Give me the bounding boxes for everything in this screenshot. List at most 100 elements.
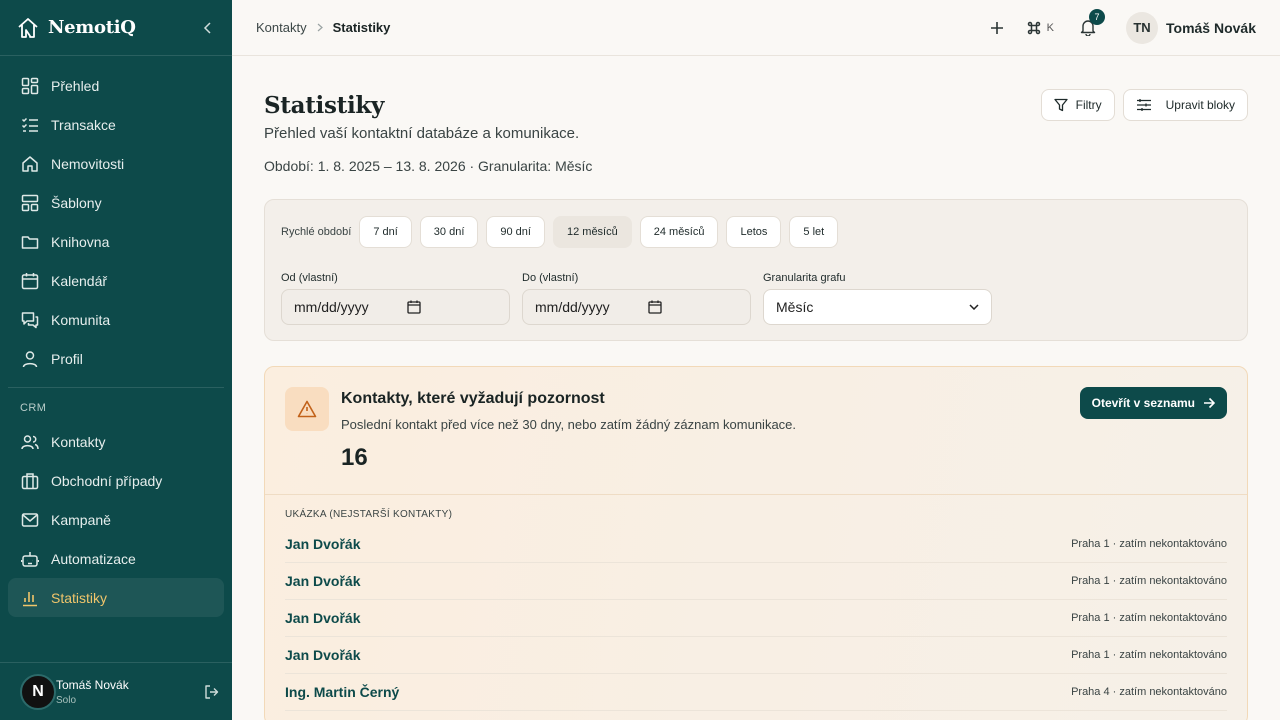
house-logo-icon <box>16 16 40 40</box>
quick-period-label: Rychlé období <box>281 226 352 238</box>
plus-icon <box>990 21 1004 35</box>
edit-blocks-button[interactable]: Upravit bloky <box>1122 89 1248 121</box>
sidebar-item-kalendar[interactable]: Kalendář <box>8 261 224 300</box>
funnel-icon <box>1053 98 1068 112</box>
from-label: Od (vlastní) <box>281 272 338 284</box>
list-header: UKÁZKA (NEJSTARŠÍ KONTAKTY) <box>285 509 453 520</box>
sidebar-item-kampane[interactable]: Kampaně <box>8 500 224 539</box>
to-date-input[interactable]: mm/dd/yyyy <box>522 289 751 325</box>
top-actions: K 7 TN Tomáš Novák <box>968 9 1256 44</box>
filters-button-label: Filtry <box>1075 98 1102 112</box>
breadcrumb-kontakty[interactable]: Kontakty <box>256 20 307 35</box>
home-icon <box>20 154 40 174</box>
chat-icon <box>20 310 40 330</box>
sidebar-item-label: Šablony <box>51 194 102 211</box>
chip-12-mesicu[interactable]: 12 měsíců <box>552 216 632 248</box>
brand: NemotiQ <box>0 0 232 56</box>
sidebar-item-label: Automatizace <box>51 550 136 567</box>
sidebar-item-kontakty[interactable]: Kontakty <box>8 422 224 461</box>
add-button[interactable] <box>990 21 1004 35</box>
chevron-right-icon <box>317 21 323 35</box>
nav-section-crm: CRM <box>20 402 47 414</box>
to-date-placeholder: mm/dd/yyyy <box>535 299 610 315</box>
granularity-select[interactable]: Měsíc <box>763 289 992 325</box>
list-item[interactable]: Jan Dvořák Praha 1 · zatím nekontaktován… <box>285 600 1227 637</box>
sliders-icon <box>1136 98 1152 112</box>
sidebar: NemotiQ Přehled Transakce Nemovitosti Ša… <box>0 0 232 720</box>
notification-count-badge: 7 <box>1089 9 1105 25</box>
list-item[interactable]: Jan Dvořák Praha 1 · zatím nekontaktován… <box>285 637 1227 674</box>
users-icon <box>20 432 40 452</box>
sidebar-item-label: Přehled <box>51 77 100 94</box>
attention-header: Kontakty, které vyžadují pozornost Posle… <box>265 367 1247 495</box>
chip-7-dni[interactable]: 7 dní <box>359 216 412 248</box>
chip-30-dni[interactable]: 30 dní <box>419 216 479 248</box>
sidebar-item-prehled[interactable]: Přehled <box>8 66 224 105</box>
layout-icon <box>20 193 40 213</box>
breadcrumb-current: Statistiky <box>332 20 391 35</box>
list-item[interactable]: Jan Dvořák Praha 1 · zatím nekontaktován… <box>285 563 1227 600</box>
contact-meta: Praha 1 · zatím nekontaktováno <box>1071 612 1227 624</box>
chip-24-mesicu[interactable]: 24 měsíců <box>639 216 719 248</box>
nav-divider <box>8 387 224 388</box>
sidebar-item-label: Obchodní případy <box>51 472 163 489</box>
collapse-sidebar-icon[interactable] <box>200 20 216 36</box>
grid-icon <box>20 76 40 96</box>
footer-user-plan: Solo <box>56 694 77 706</box>
sidebar-item-label: Profil <box>51 350 83 367</box>
sidebar-item-sablony[interactable]: Šablony <box>8 183 224 222</box>
sidebar-item-obchodni-pripady[interactable]: Obchodní případy <box>8 461 224 500</box>
sidebar-item-profil[interactable]: Profil <box>8 339 224 378</box>
topbar: Kontakty Statistiky K 7 TN Tomáš Novák <box>232 0 1280 56</box>
command-palette-button[interactable]: K <box>1026 20 1054 36</box>
user-menu[interactable]: TN Tomáš Novák <box>1126 11 1256 44</box>
granularity-value: Měsíc <box>776 299 814 315</box>
from-date-input[interactable]: mm/dd/yyyy <box>281 289 510 325</box>
avatar[interactable]: N <box>20 673 56 710</box>
warning-icon <box>285 387 329 431</box>
notifications-button[interactable]: 7 <box>1080 9 1105 36</box>
sidebar-item-label: Transakce <box>51 116 116 133</box>
period-filters-panel: Rychlé období 7 dní 30 dní 90 dní 12 měs… <box>264 199 1248 341</box>
folder-icon <box>20 232 40 252</box>
contact-name[interactable]: Jan Dvořák <box>285 536 360 552</box>
contact-name[interactable]: Ing. Martin Černý <box>285 684 399 700</box>
filters-button[interactable]: Filtry <box>1040 89 1115 121</box>
sidebar-item-nemovitosti[interactable]: Nemovitosti <box>8 144 224 183</box>
chip-5-let[interactable]: 5 let <box>789 216 839 248</box>
contact-name[interactable]: Jan Dvořák <box>285 647 360 663</box>
sidebar-item-automatizace[interactable]: Automatizace <box>8 539 224 578</box>
chip-letos[interactable]: Letos <box>726 216 782 248</box>
attention-contacts-card: Kontakty, které vyžadují pozornost Posle… <box>264 366 1248 720</box>
breadcrumb: Kontakty Statistiky <box>256 20 390 35</box>
mail-icon <box>20 510 40 530</box>
logout-icon[interactable] <box>204 684 220 700</box>
contact-meta: Praha 1 · zatím nekontaktováno <box>1071 649 1227 661</box>
from-date-placeholder: mm/dd/yyyy <box>294 299 369 315</box>
brand-name: NemotiQ <box>48 17 136 38</box>
open-in-list-label: Otevřít v seznamu <box>1091 396 1195 410</box>
custom-range-fields: Od (vlastní) mm/dd/yyyy Do (vlastní) mm/… <box>281 272 1231 325</box>
sidebar-item-statistiky[interactable]: Statistiky <box>8 578 224 617</box>
list-item[interactable]: Jan Dvořák Praha 1 · zatím nekontaktován… <box>285 526 1227 563</box>
contact-meta: Praha 1 · zatím nekontaktováno <box>1071 575 1227 587</box>
contact-meta: Praha 1 · zatím nekontaktováno <box>1071 538 1227 550</box>
robot-icon <box>20 549 40 569</box>
chip-90-dni[interactable]: 90 dní <box>486 216 545 248</box>
user-icon <box>20 349 40 369</box>
sidebar-item-label: Kontakty <box>51 433 106 450</box>
calendar-icon[interactable] <box>648 300 662 314</box>
sidebar-item-komunita[interactable]: Komunita <box>8 300 224 339</box>
main-nav: Přehled Transakce Nemovitosti Šablony Kn… <box>0 56 232 617</box>
oldest-contacts-list: UKÁZKA (NEJSTARŠÍ KONTAKTY) Jan Dvořák P… <box>265 495 1247 711</box>
calendar-icon[interactable] <box>407 300 421 314</box>
sidebar-item-knihovna[interactable]: Knihovna <box>8 222 224 261</box>
list-item[interactable]: Ing. Martin Černý Praha 4 · zatím nekont… <box>285 674 1227 711</box>
contact-name[interactable]: Jan Dvořák <box>285 573 360 589</box>
main-content: Statistiky Přehled vaší kontaktní databá… <box>264 56 1248 720</box>
contact-name[interactable]: Jan Dvořák <box>285 610 360 626</box>
sidebar-item-transakce[interactable]: Transakce <box>8 105 224 144</box>
sidebar-item-label: Nemovitosti <box>51 155 125 172</box>
open-in-list-button[interactable]: Otevřít v seznamu <box>1079 387 1227 419</box>
checklist-icon <box>20 115 40 135</box>
